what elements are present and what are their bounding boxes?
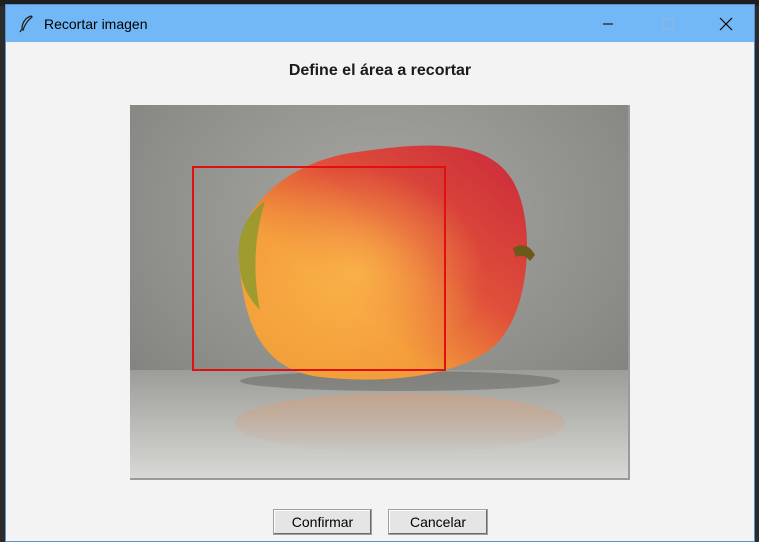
minimize-button[interactable] <box>578 5 638 42</box>
feather-icon <box>16 13 38 35</box>
title-bar[interactable]: Recortar imagen <box>6 5 754 42</box>
crop-heading: Define el área a recortar <box>288 62 472 79</box>
close-icon <box>719 17 733 30</box>
dialog-content: Define el área a recortar Confirmar Canc… <box>6 42 754 541</box>
cancel-button[interactable]: Cancelar <box>388 509 488 535</box>
crop-dialog-window: Recortar imagen Define el área a recorta… <box>5 4 755 542</box>
mango-image <box>130 105 628 478</box>
maximize-button[interactable] <box>638 5 698 42</box>
minimize-icon <box>603 23 613 24</box>
close-button[interactable] <box>696 5 756 42</box>
window-title: Recortar imagen <box>44 15 148 32</box>
confirm-button[interactable]: Confirmar <box>273 509 372 535</box>
maximize-icon <box>662 18 674 29</box>
crop-image-canvas[interactable] <box>130 105 630 480</box>
